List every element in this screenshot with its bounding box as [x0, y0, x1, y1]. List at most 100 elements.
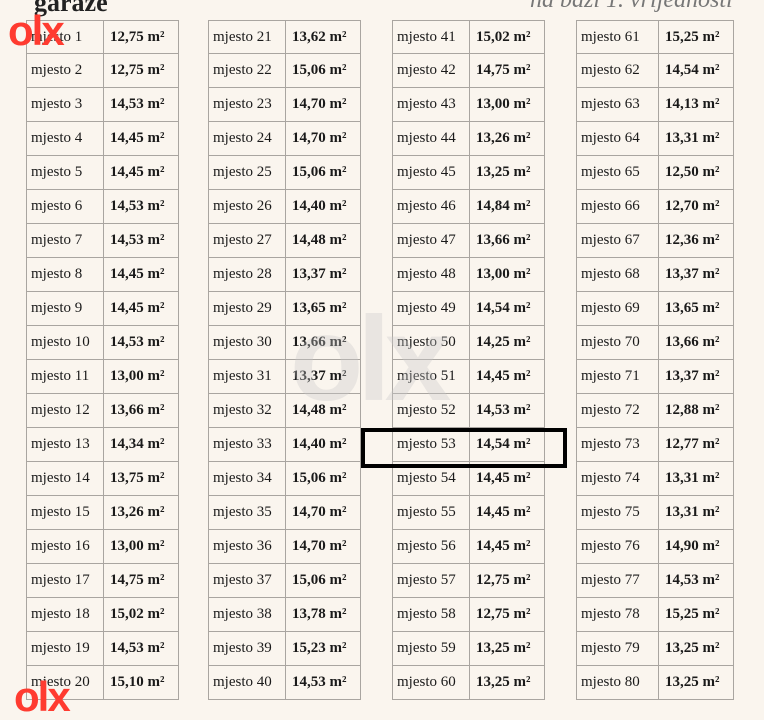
table-row: mjesto 26 14,40 m²	[208, 190, 361, 224]
space-label: mjesto 31	[209, 360, 286, 393]
space-label: mjesto 41	[393, 21, 470, 53]
space-area: 14,48 m²	[292, 402, 347, 418]
space-area: 14,25 m²	[476, 334, 531, 350]
space-area: 12,50 m²	[665, 164, 720, 180]
space-label: mjesto 42	[393, 54, 470, 87]
table-row: mjesto 46 14,84 m²	[392, 190, 545, 224]
space-area: 14,75 m²	[476, 62, 531, 78]
space-area: 14,40 m²	[292, 198, 347, 214]
space-area: 13,37 m²	[292, 368, 347, 384]
table-row: mjesto 59 13,25 m²	[392, 632, 545, 666]
table-row: mjesto 74 13,31 m²	[576, 462, 734, 496]
table-row: mjesto 7 14,53 m²	[26, 224, 179, 258]
space-area: 14,54 m²	[476, 300, 531, 316]
table-row: mjesto 72 12,88 m²	[576, 394, 734, 428]
space-area: 12,36 m²	[665, 232, 720, 248]
table-row: mjesto 60 13,25 m²	[392, 666, 545, 700]
column-1: mjesto 1 12,75 m² mjesto 2 12,75 m² mjesto 3…	[26, 20, 179, 700]
table-row: mjesto 40 14,53 m²	[208, 666, 361, 700]
space-area: 12,88 m²	[665, 402, 720, 418]
table-row: mjesto 45 13,25 m²	[392, 156, 545, 190]
space-label: mjesto 29	[209, 292, 286, 325]
space-area: 13,66 m²	[476, 232, 531, 248]
table-row: mjesto 61 15,25 m²	[576, 20, 734, 54]
space-label: mjesto 65	[577, 156, 659, 189]
table-row: mjesto 28 13,37 m²	[208, 258, 361, 292]
highlight-box	[361, 428, 567, 468]
space-area: 14,75 m²	[110, 572, 165, 588]
space-label: mjesto 10	[27, 326, 104, 359]
space-area: 13,66 m²	[292, 334, 347, 350]
table-row: mjesto 50 14,25 m²	[392, 326, 545, 360]
space-area: 15,25 m²	[665, 606, 720, 622]
space-label: mjesto 51	[393, 360, 470, 393]
space-label: mjesto 45	[393, 156, 470, 189]
space-label: mjesto 75	[577, 496, 659, 529]
table-row: mjesto 42 14,75 m²	[392, 54, 545, 88]
space-label: mjesto 24	[209, 122, 286, 155]
space-area: 13,31 m²	[665, 504, 720, 520]
table-row: mjesto 5 14,45 m²	[26, 156, 179, 190]
table-row: mjesto 39 15,23 m²	[208, 632, 361, 666]
table-row: mjesto 33 14,40 m²	[208, 428, 361, 462]
space-label: mjesto 62	[577, 54, 659, 87]
table-row: mjesto 9 14,45 m²	[26, 292, 179, 326]
space-area: 12,77 m²	[665, 436, 720, 452]
table-row: mjesto 13 14,34 m²	[26, 428, 179, 462]
space-label: mjesto 23	[209, 88, 286, 121]
space-area: 13,26 m²	[110, 504, 165, 520]
table-row: mjesto 23 14,70 m²	[208, 88, 361, 122]
space-label: mjesto 33	[209, 428, 286, 461]
space-label: mjesto 78	[577, 598, 659, 631]
space-area: 15,06 m²	[292, 62, 347, 78]
table-row: mjesto 8 14,45 m²	[26, 258, 179, 292]
space-area: 14,45 m²	[110, 130, 165, 146]
space-area: 14,53 m²	[476, 402, 531, 418]
space-label: mjesto 38	[209, 598, 286, 631]
space-label: mjesto 47	[393, 224, 470, 257]
space-area: 14,53 m²	[110, 96, 165, 112]
table-row: mjesto 2 12,75 m²	[26, 54, 179, 88]
space-area: 13,25 m²	[476, 640, 531, 656]
space-area: 14,53 m²	[292, 674, 347, 690]
space-label: mjesto 46	[393, 190, 470, 223]
table-row: mjesto 56 14,45 m²	[392, 530, 545, 564]
table-row: mjesto 75 13,31 m²	[576, 496, 734, 530]
table-row: mjesto 55 14,45 m²	[392, 496, 545, 530]
space-area: 14,34 m²	[110, 436, 165, 452]
space-area: 14,70 m²	[292, 538, 347, 554]
table-row: mjesto 18 15,02 m²	[26, 598, 179, 632]
table-row: mjesto 17 14,75 m²	[26, 564, 179, 598]
space-area: 13,25 m²	[476, 674, 531, 690]
space-label: mjesto 5	[27, 156, 104, 189]
space-area: 12,70 m²	[665, 198, 720, 214]
space-area: 14,54 m²	[665, 62, 720, 78]
table-row: mjesto 21 13,62 m²	[208, 20, 361, 54]
space-label: mjesto 35	[209, 496, 286, 529]
space-label: mjesto 63	[577, 88, 659, 121]
space-label: mjesto 32	[209, 394, 286, 427]
space-label: mjesto 61	[577, 21, 659, 53]
table-row: mjesto 31 13,37 m²	[208, 360, 361, 394]
table-row: mjesto 35 14,70 m²	[208, 496, 361, 530]
table-row: mjesto 10 14,53 m²	[26, 326, 179, 360]
space-area: 13,37 m²	[665, 266, 720, 282]
space-label: mjesto 40	[209, 666, 286, 699]
space-area: 14,84 m²	[476, 198, 531, 214]
space-area: 15,06 m²	[292, 470, 347, 486]
space-area: 13,00 m²	[110, 368, 165, 384]
space-label: mjesto 12	[27, 394, 104, 427]
space-area: 13,26 m²	[476, 130, 531, 146]
space-area: 15,23 m²	[292, 640, 347, 656]
space-label: mjesto 44	[393, 122, 470, 155]
table-row: mjesto 44 13,26 m²	[392, 122, 545, 156]
space-label: mjesto 21	[209, 21, 286, 53]
column-2: mjesto 21 13,62 m² mjesto 22 15,06 m² mjesto…	[208, 20, 361, 700]
table-row: mjesto 36 14,70 m²	[208, 530, 361, 564]
space-label: mjesto 52	[393, 394, 470, 427]
table-row: mjesto 41 15,02 m²	[392, 20, 545, 54]
space-label: mjesto 50	[393, 326, 470, 359]
space-label: mjesto 73	[577, 428, 659, 461]
table-row: mjesto 22 15,06 m²	[208, 54, 361, 88]
space-label: mjesto 74	[577, 462, 659, 495]
